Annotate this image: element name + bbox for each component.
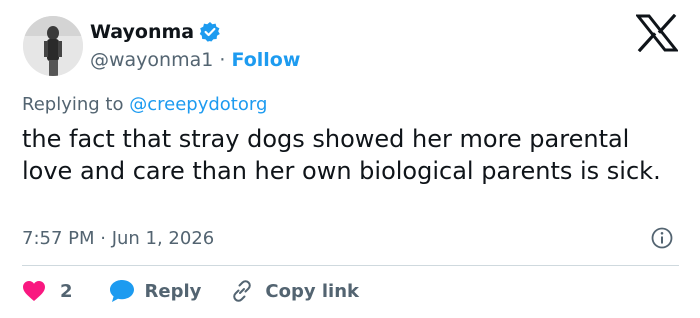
reply-label: Reply [144,280,202,302]
tweet-card: Wayonma @wayonma1 · Follow Replying to @… [0,0,700,318]
like-count: 2 [60,280,73,302]
heart-icon [23,281,45,301]
reply-to-handle[interactable]: @creepydotorg [129,94,267,115]
display-name[interactable]: Wayonma [90,20,194,44]
timestamp[interactable]: 7:57 PM · Jun 1, 2026 [22,227,214,251]
replying-prefix: Replying to [22,94,124,115]
verified-badge-icon [199,21,221,43]
avatar[interactable] [23,16,83,76]
handle-separator: · [219,49,226,71]
author-name-row: Wayonma [90,20,221,44]
divider [22,265,679,266]
author-handle[interactable]: @wayonma1 [90,49,213,71]
like-button[interactable]: 2 [22,280,73,302]
handle-row: @wayonma1 · Follow [90,48,300,72]
copy-link-button[interactable]: Copy link [229,278,359,304]
copy-link-label: Copy link [265,280,359,302]
action-bar: 2 Reply Copy link [22,276,359,306]
speech-bubble-icon [109,280,134,302]
replying-to: Replying to @creepydotorg [22,93,267,117]
follow-button[interactable]: Follow [231,49,300,71]
link-icon [233,280,252,302]
info-icon[interactable] [651,227,673,249]
x-logo-icon[interactable] [634,13,680,53]
reply-button[interactable]: Reply [109,279,202,303]
tweet-text: the fact that stray dogs showed her more… [22,125,661,185]
